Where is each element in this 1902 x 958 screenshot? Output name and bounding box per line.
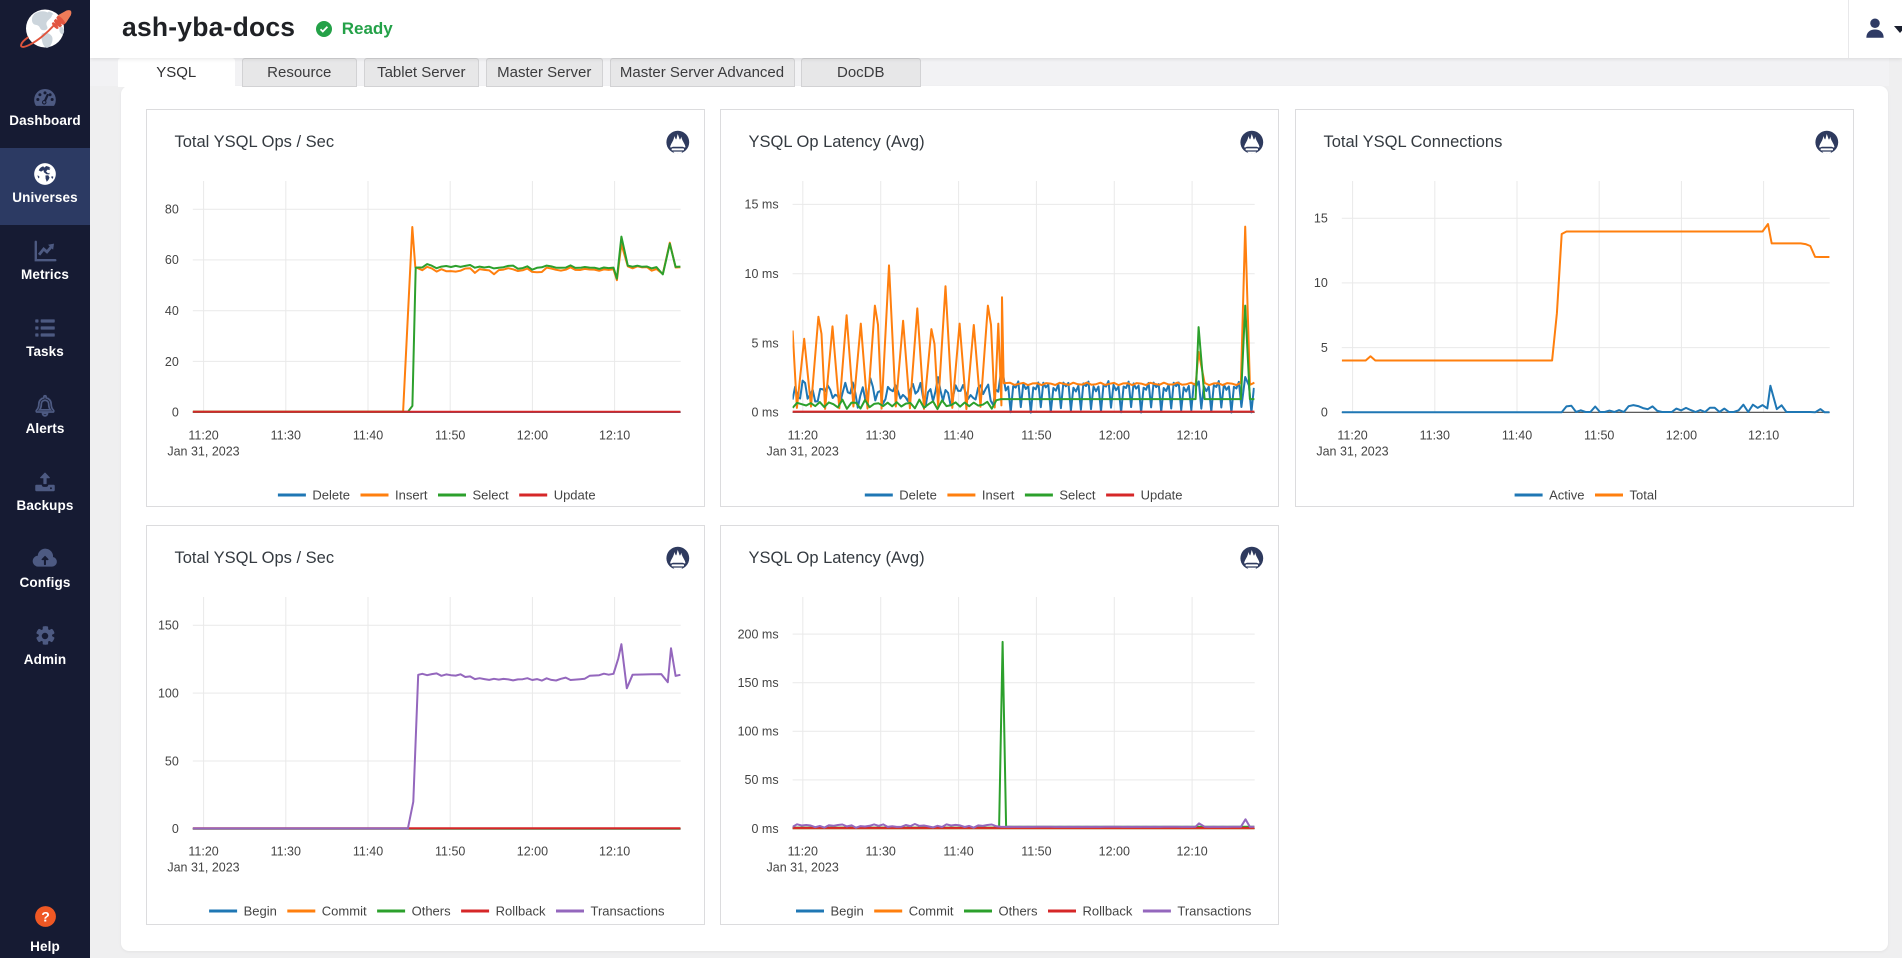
svg-text:11:50: 11:50	[1584, 429, 1614, 443]
svg-text:Jan 31, 2023: Jan 31, 2023	[1316, 445, 1388, 459]
svg-text:10 ms: 10 ms	[745, 267, 779, 281]
svg-text:Jan 31, 2023: Jan 31, 2023	[167, 860, 239, 874]
svg-text:12:10: 12:10	[598, 429, 629, 443]
svg-text:12:10: 12:10	[598, 844, 629, 858]
svg-text:12:00: 12:00	[1099, 844, 1130, 858]
svg-text:11:50: 11:50	[1021, 844, 1051, 858]
svg-text:20: 20	[164, 355, 178, 369]
svg-text:0: 0	[1320, 406, 1327, 420]
svg-text:Active: Active	[1549, 488, 1584, 503]
svg-text:Others: Others	[999, 903, 1039, 918]
svg-text:80: 80	[164, 203, 178, 217]
svg-text:11:40: 11:40	[352, 429, 382, 443]
svg-text:11:40: 11:40	[943, 844, 973, 858]
svg-text:YSQL Op Latency (Avg): YSQL Op Latency (Avg)	[749, 548, 925, 566]
svg-text:12:00: 12:00	[516, 429, 547, 443]
svg-text:Jan 31, 2023: Jan 31, 2023	[767, 445, 839, 459]
svg-text:40: 40	[164, 304, 178, 318]
svg-text:Total YSQL Ops / Sec: Total YSQL Ops / Sec	[174, 133, 334, 151]
svg-text:12:10: 12:10	[1176, 429, 1207, 443]
svg-text:Rollback: Rollback	[1083, 903, 1133, 918]
svg-text:150 ms: 150 ms	[738, 676, 779, 690]
svg-text:200 ms: 200 ms	[738, 627, 779, 641]
svg-text:150: 150	[157, 618, 178, 632]
svg-text:Commit: Commit	[909, 903, 954, 918]
svg-text:100 ms: 100 ms	[738, 724, 779, 738]
svg-text:5 ms: 5 ms	[752, 336, 779, 350]
svg-text:Begin: Begin	[831, 903, 864, 918]
svg-text:Jan 31, 2023: Jan 31, 2023	[167, 445, 239, 459]
svg-text:Delete: Delete	[312, 488, 350, 503]
svg-text:11:20: 11:20	[788, 429, 818, 443]
svg-text:15: 15	[1313, 212, 1327, 226]
svg-text:12:10: 12:10	[1747, 429, 1778, 443]
svg-text:0 ms: 0 ms	[752, 821, 779, 835]
svg-text:100: 100	[157, 686, 178, 700]
svg-text:5: 5	[1320, 341, 1327, 355]
svg-text:15 ms: 15 ms	[745, 198, 779, 212]
svg-text:Total YSQL Ops / Sec: Total YSQL Ops / Sec	[174, 548, 334, 566]
svg-text:Select: Select	[472, 488, 509, 503]
svg-text:Insert: Insert	[395, 488, 428, 503]
svg-text:50 ms: 50 ms	[745, 773, 779, 787]
svg-text:11:50: 11:50	[435, 429, 465, 443]
svg-text:60: 60	[164, 253, 178, 267]
svg-text:11:50: 11:50	[435, 844, 465, 858]
svg-text:11:20: 11:20	[188, 844, 218, 858]
svg-text:11:30: 11:30	[866, 429, 896, 443]
svg-text:11:40: 11:40	[1501, 429, 1531, 443]
svg-text:Delete: Delete	[899, 488, 937, 503]
svg-text:Total: Total	[1629, 488, 1657, 503]
svg-text:Commit: Commit	[321, 903, 366, 918]
svg-text:Insert: Insert	[982, 488, 1015, 503]
svg-text:YSQL Op Latency (Avg): YSQL Op Latency (Avg)	[749, 133, 925, 151]
svg-text:11:20: 11:20	[188, 429, 218, 443]
svg-text:50: 50	[164, 754, 178, 768]
svg-text:11:30: 11:30	[270, 844, 300, 858]
svg-text:11:20: 11:20	[1337, 429, 1367, 443]
svg-text:11:40: 11:40	[943, 429, 973, 443]
svg-text:Rollback: Rollback	[495, 903, 545, 918]
svg-text:Total YSQL Connections: Total YSQL Connections	[1323, 133, 1502, 151]
svg-text:11:40: 11:40	[352, 844, 382, 858]
svg-text:Update: Update	[1141, 488, 1183, 503]
svg-text:11:50: 11:50	[1021, 429, 1051, 443]
svg-text:Jan 31, 2023: Jan 31, 2023	[767, 860, 839, 874]
svg-text:0 ms: 0 ms	[752, 406, 779, 420]
svg-text:0: 0	[171, 406, 178, 420]
svg-text:Others: Others	[411, 903, 451, 918]
svg-text:Update: Update	[553, 488, 595, 503]
svg-text:10: 10	[1313, 276, 1327, 290]
svg-text:12:00: 12:00	[516, 844, 547, 858]
svg-text:12:10: 12:10	[1176, 844, 1207, 858]
svg-text:Transactions: Transactions	[590, 903, 664, 918]
svg-text:12:00: 12:00	[1665, 429, 1696, 443]
svg-text:?: ?	[41, 909, 50, 925]
svg-text:11:30: 11:30	[866, 844, 896, 858]
svg-text:11:30: 11:30	[270, 429, 300, 443]
svg-text:12:00: 12:00	[1099, 429, 1130, 443]
svg-text:Begin: Begin	[243, 903, 276, 918]
svg-text:0: 0	[171, 822, 178, 836]
svg-text:11:20: 11:20	[788, 844, 818, 858]
svg-text:Transactions: Transactions	[1177, 903, 1251, 918]
svg-text:Select: Select	[1059, 488, 1096, 503]
svg-text:11:30: 11:30	[1419, 429, 1449, 443]
